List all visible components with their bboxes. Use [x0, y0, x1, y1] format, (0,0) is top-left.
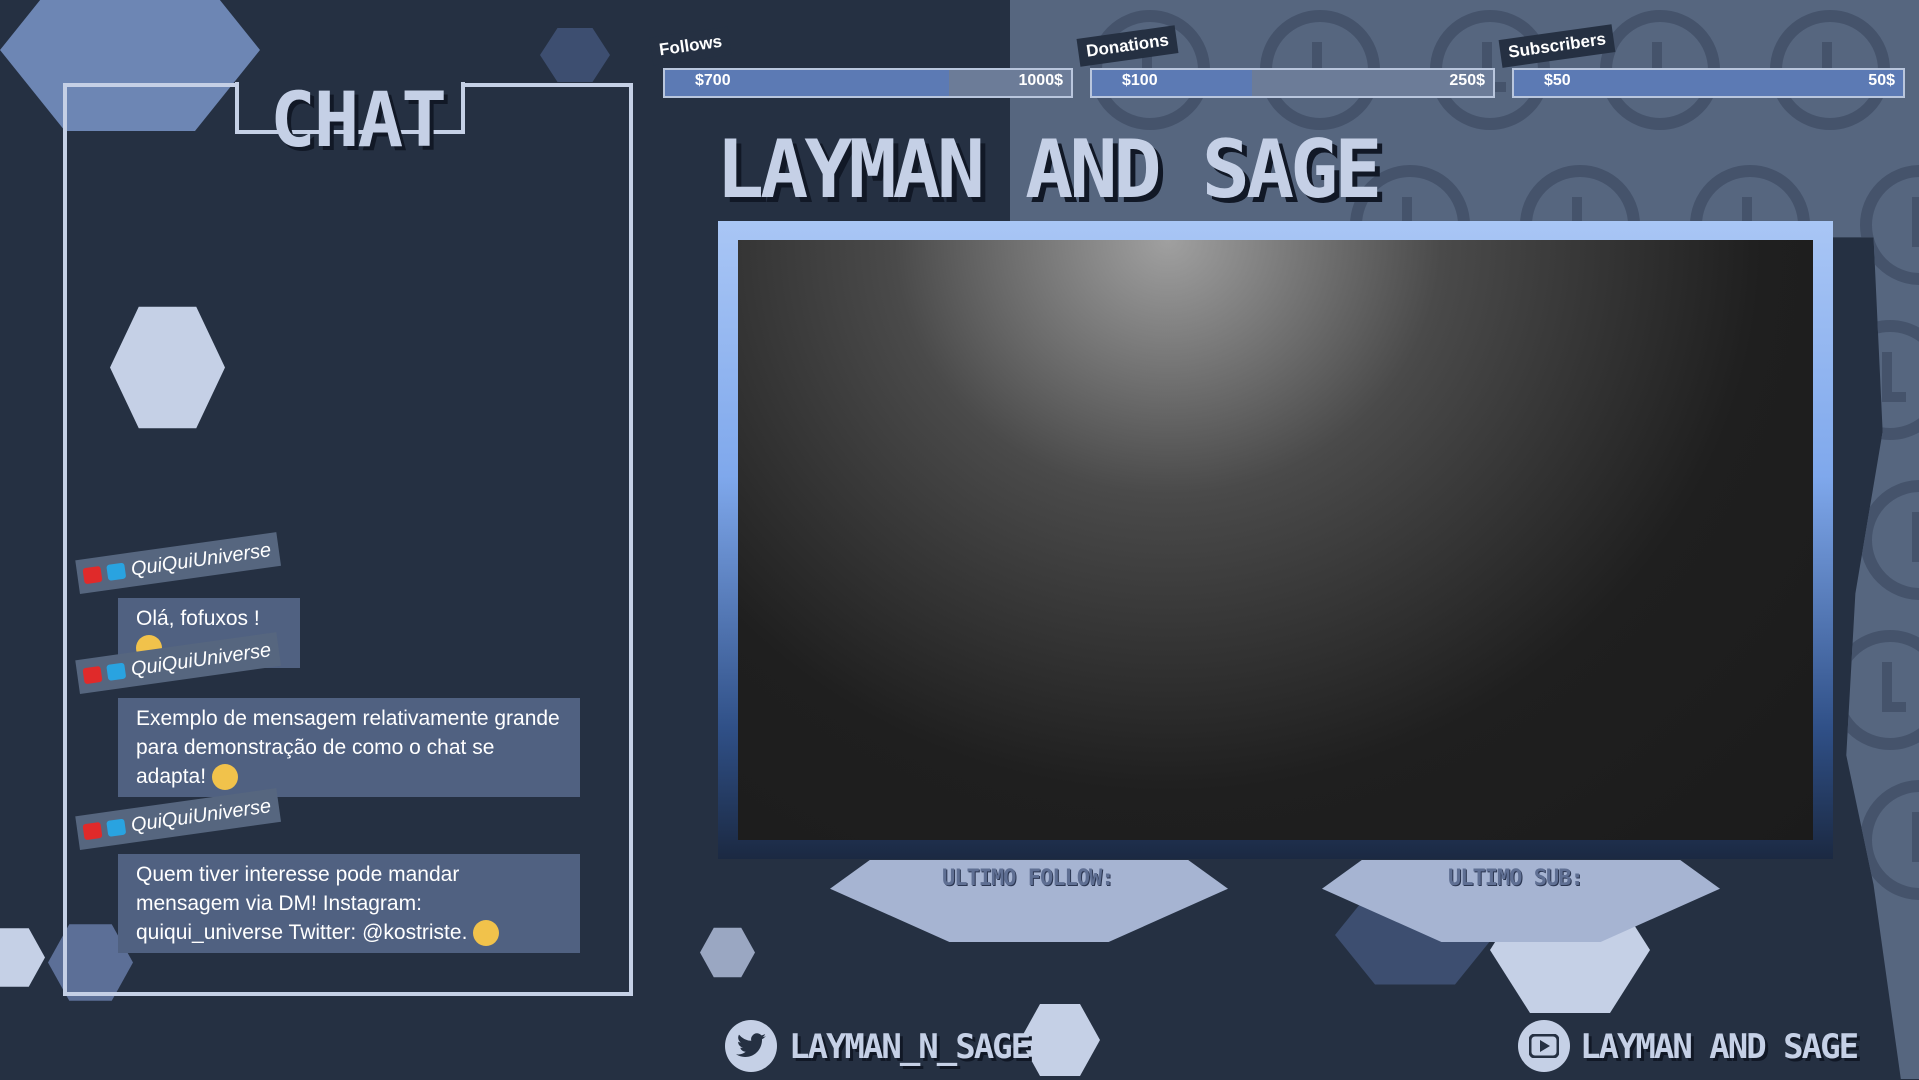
hex-decoration [700, 927, 755, 978]
goal-label: Follows [649, 26, 732, 66]
goal-target: 250$ [1449, 72, 1485, 89]
chat-message-text: Quem tiver interesse pode mandar mensage… [136, 863, 468, 944]
goal-current: $50 [1544, 72, 1571, 89]
crown-badge-icon [106, 818, 127, 837]
goal-current: $100 [1122, 72, 1158, 89]
camera-screen [738, 240, 1813, 840]
chat-message-text: Exemplo de mensagem relativamente grande… [136, 707, 560, 788]
chat-title: CHAT [270, 75, 447, 164]
chat-message-body: Exemplo de mensagem relativamente grande… [118, 698, 580, 797]
broadcaster-badge-icon [82, 821, 103, 841]
goal-target: 50$ [1868, 72, 1895, 89]
goal-target: 1000$ [1018, 72, 1064, 89]
goal-fill [1514, 70, 1903, 96]
youtube-handle[interactable]: LAYMAN AND SAGE [1580, 1027, 1859, 1067]
emote-icon [211, 764, 238, 791]
youtube-icon[interactable] [1518, 1020, 1570, 1072]
last-follow-label: ULTIMO FOLLOW: [942, 866, 1114, 891]
chat-message-body: Quem tiver interesse pode mandar mensage… [118, 854, 580, 953]
crown-badge-icon [106, 662, 127, 681]
last-sub-label: ULTIMO SUB: [1448, 866, 1584, 891]
broadcaster-badge-icon [82, 565, 103, 585]
emote-icon [473, 920, 500, 947]
hex-decoration [0, 928, 45, 987]
goal-current: $700 [695, 72, 731, 89]
hex-decoration [540, 28, 610, 82]
crown-badge-icon [106, 562, 127, 581]
hex-decoration [1020, 1004, 1100, 1076]
stream-title: LAYMAN AND SAGE [716, 123, 1382, 216]
twitter-handle[interactable]: LAYMAN_N_SAGE [789, 1027, 1031, 1067]
play-icon [1529, 1034, 1559, 1058]
follows-goal-bar: Follows $700 1000$ [649, 26, 1073, 98]
donations-goal-bar: Donations $100 250$ [1076, 25, 1495, 98]
subscribers-goal-bar: Subscribers $50 50$ [1498, 24, 1905, 98]
broadcaster-badge-icon [82, 665, 103, 685]
goal-fill [1092, 70, 1252, 96]
twitter-icon[interactable] [725, 1020, 777, 1072]
chat-message-text: Olá, fofuxos ! [136, 607, 260, 630]
twitter-bird-icon [736, 1033, 766, 1057]
